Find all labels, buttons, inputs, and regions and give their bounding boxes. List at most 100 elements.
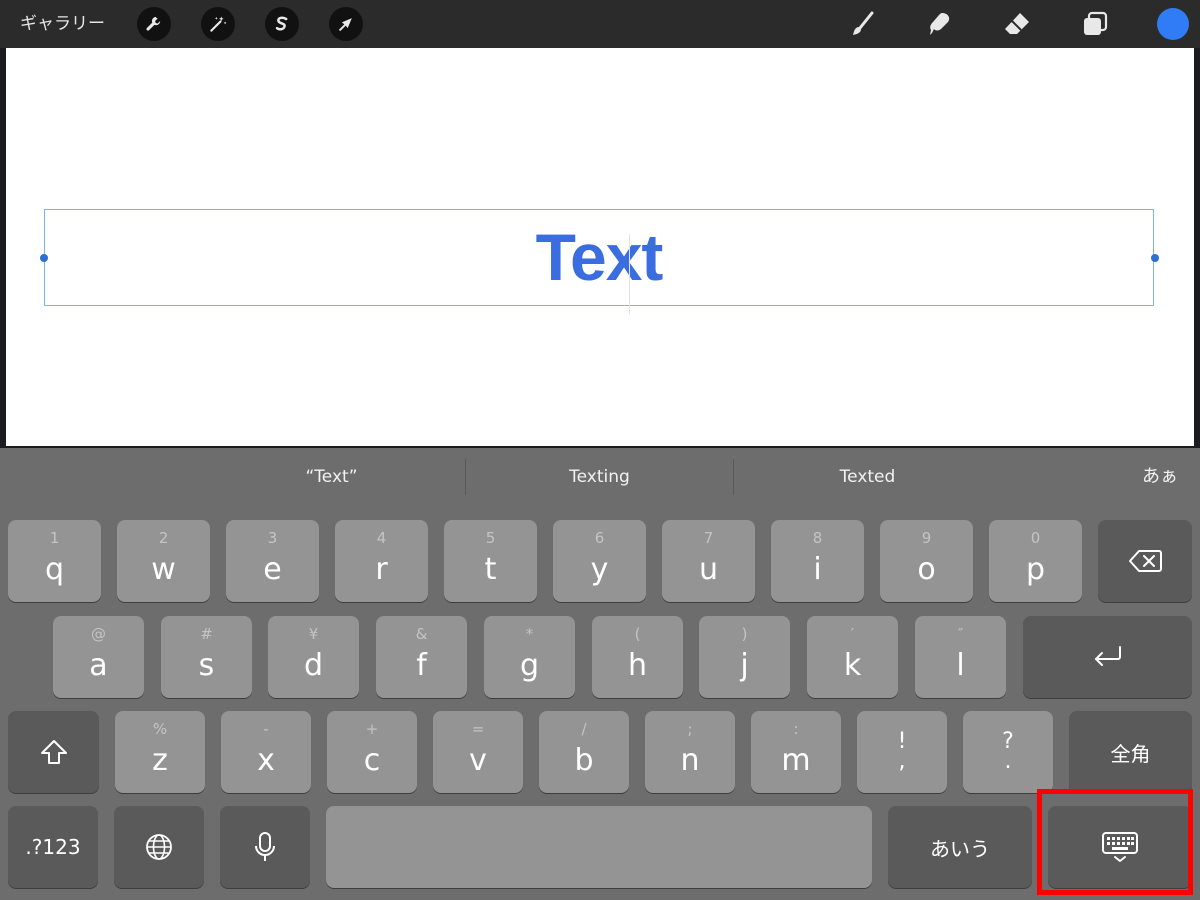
key-j[interactable]: ) j: [699, 616, 790, 698]
key-letter: w: [151, 552, 176, 587]
key-i[interactable]: 8i: [771, 520, 864, 602]
key-g[interactable]: * g: [484, 616, 575, 698]
key-hint: ¥: [308, 625, 319, 643]
canvas-text[interactable]: Text: [45, 224, 1153, 290]
suggestion-3[interactable]: Texted: [734, 448, 1001, 506]
smudge-icon: [930, 13, 950, 35]
smudge-button[interactable]: [921, 6, 957, 42]
key-letter: i: [813, 552, 822, 587]
key-letter: u: [698, 552, 718, 587]
key-letter: n: [680, 743, 700, 778]
key-k[interactable]: ′ k: [807, 616, 898, 698]
key-hint: %: [152, 720, 168, 738]
shift-key[interactable]: [8, 711, 99, 793]
key-hint: &: [415, 625, 428, 643]
key-o[interactable]: 9o: [880, 520, 973, 602]
eraser-icon: [1005, 13, 1029, 34]
return-key[interactable]: [1023, 616, 1192, 698]
selection-button[interactable]: [265, 7, 299, 41]
suggestion-2[interactable]: Texting: [466, 448, 733, 506]
text-caret: [629, 234, 630, 314]
actions-button[interactable]: [137, 7, 171, 41]
key-y[interactable]: 6y: [553, 520, 646, 602]
suggestion-bar: “Text” Texting Texted あぁ: [0, 448, 1200, 506]
space-bar[interactable]: [326, 806, 872, 888]
gallery-button[interactable]: ギャラリー: [20, 10, 105, 38]
key-t[interactable]: 5t: [444, 520, 537, 602]
key-x[interactable]: -x: [221, 711, 311, 793]
key-u[interactable]: 7u: [662, 520, 755, 602]
color-swatch-button[interactable]: [1157, 8, 1189, 40]
key-n[interactable]: ; n: [645, 711, 735, 793]
key-exclamation-comma[interactable]: ! ,: [857, 711, 947, 793]
key-question-period[interactable]: ? .: [963, 711, 1053, 793]
key-bottom-symbol: ,: [898, 749, 906, 774]
key-letter: x: [257, 743, 275, 778]
transform-arrow-icon: [339, 18, 352, 31]
key-hint: 4: [376, 529, 387, 547]
key-b[interactable]: / b: [539, 711, 629, 793]
key-letter: l: [956, 648, 965, 683]
key-v[interactable]: = v: [433, 711, 523, 793]
brush-button[interactable]: [844, 6, 880, 42]
layers-icon: [1084, 11, 1108, 35]
zenkaku-key[interactable]: 全角: [1069, 711, 1192, 793]
key-a[interactable]: @ a: [53, 616, 144, 698]
key-f[interactable]: & f: [376, 616, 467, 698]
shift-arrow-icon: [40, 740, 67, 764]
key-letter: m: [781, 743, 811, 778]
microphone-icon: [255, 832, 275, 861]
key-hint: 2: [158, 529, 169, 547]
drawing-canvas[interactable]: Text: [6, 48, 1194, 446]
key-e[interactable]: 3e: [226, 520, 319, 602]
key-s[interactable]: # s: [161, 616, 252, 698]
selection-s-icon: [275, 16, 288, 31]
key-letter: a: [89, 648, 108, 683]
delete-key[interactable]: [1098, 520, 1192, 602]
key-p[interactable]: 0p: [989, 520, 1082, 602]
magic-wand-icon: [210, 16, 227, 32]
hiragana-key[interactable]: あいう: [888, 806, 1032, 888]
key-d[interactable]: ¥ d: [268, 616, 359, 698]
key-letter: r: [375, 552, 388, 587]
key-hint: =: [471, 720, 485, 738]
adjustments-button[interactable]: [201, 7, 235, 41]
text-box-right-handle[interactable]: [1151, 254, 1159, 262]
key-hint: #: [200, 625, 213, 643]
key-q[interactable]: 1q: [8, 520, 101, 602]
key-r[interactable]: 4r: [335, 520, 428, 602]
key-letter: c: [363, 743, 381, 778]
key-letter: j: [740, 648, 749, 683]
layers-button[interactable]: [1077, 6, 1113, 42]
transform-button[interactable]: [329, 7, 363, 41]
top-toolbar: ギャラリー: [0, 0, 1200, 48]
suggestion-1[interactable]: “Text”: [198, 448, 465, 506]
key-hint: :: [793, 720, 799, 738]
key-hint: 6: [594, 529, 605, 547]
key-letter: h: [627, 648, 647, 683]
key-z[interactable]: % z: [115, 711, 205, 793]
key-w[interactable]: 2w: [117, 520, 210, 602]
annotation-highlight-box: [1037, 789, 1193, 895]
key-hint: 8: [812, 529, 823, 547]
kana-suggestion-toggle[interactable]: あぁ: [1130, 448, 1190, 506]
key-letter: e: [263, 552, 282, 587]
key-hint: @: [91, 625, 106, 643]
dictation-key[interactable]: [220, 806, 310, 888]
key-m[interactable]: :m: [751, 711, 841, 793]
key-c[interactable]: + c: [327, 711, 417, 793]
key-h[interactable]: (h: [592, 616, 683, 698]
key-letter: s: [198, 648, 215, 683]
globe-key[interactable]: [114, 806, 204, 888]
canvas-frame: Text: [0, 48, 1200, 448]
key-l[interactable]: ″ l: [915, 616, 1006, 698]
key-letter: b: [574, 743, 594, 778]
key-letter: v: [469, 743, 487, 778]
key-letter: k: [843, 648, 862, 683]
text-edit-box[interactable]: Text: [44, 209, 1154, 306]
numbers-key[interactable]: .?123: [8, 806, 98, 888]
text-box-left-handle[interactable]: [40, 254, 48, 262]
key-letter: d: [303, 648, 324, 683]
key-letter: g: [519, 648, 540, 683]
eraser-button[interactable]: [999, 6, 1035, 42]
